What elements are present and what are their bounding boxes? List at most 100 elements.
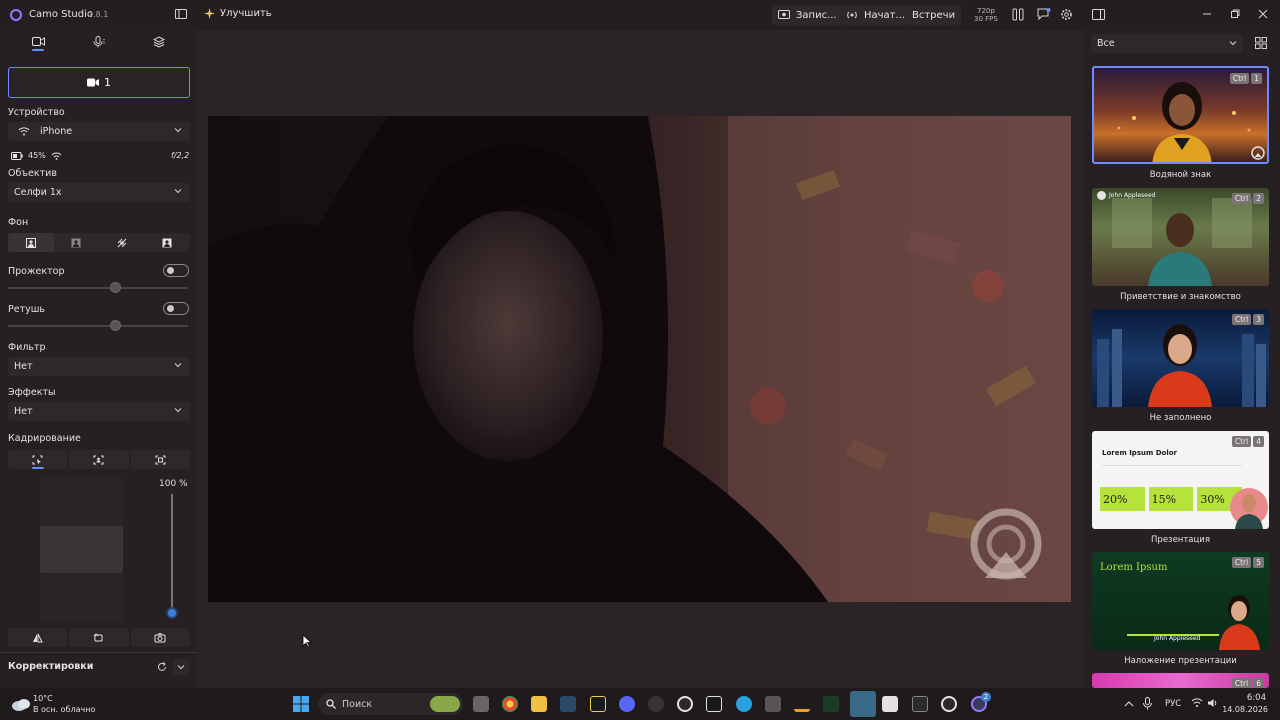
app-star-icon[interactable] — [590, 696, 606, 712]
chrome-icon[interactable] — [502, 696, 518, 712]
scene-label: Приветствие и знакомство — [1120, 292, 1241, 302]
framing-region[interactable] — [40, 526, 123, 573]
scene-card-empty[interactable]: Ctrl 3 — [1092, 309, 1269, 407]
maximize-icon[interactable] — [1230, 9, 1240, 19]
background-mode-bar — [8, 233, 190, 252]
language-indicator[interactable]: РУС — [1165, 699, 1181, 709]
slide-stat: 20% — [1100, 487, 1145, 511]
background-replace-button[interactable] — [145, 233, 191, 252]
panel-toggle-icon[interactable] — [1092, 9, 1105, 20]
windows-taskbar: 10°C В осн. облачно Поиск 2 РУС 6:04 14.… — [0, 688, 1280, 720]
windows-start-icon[interactable] — [293, 696, 309, 712]
camo-taskbar-icon[interactable] — [850, 691, 876, 717]
microphone-icon[interactable] — [1143, 697, 1152, 710]
minimize-icon[interactable] — [1202, 9, 1212, 19]
zoom-slider-knob[interactable] — [166, 607, 178, 619]
background-none-button[interactable] — [8, 233, 54, 252]
reset-icon[interactable] — [157, 662, 167, 672]
app-tool-icon[interactable] — [794, 696, 810, 712]
terminal-icon[interactable] — [912, 696, 928, 712]
task-view-icon[interactable] — [473, 696, 489, 712]
lens-label: Объектив — [8, 168, 57, 179]
camera-source-button[interactable]: 1 — [8, 67, 190, 98]
stream-label: Начат... — [864, 9, 906, 21]
lens-select[interactable]: Селфи 1x — [8, 183, 190, 202]
weather-cloud-icon[interactable] — [10, 696, 32, 712]
zoom-slider-track[interactable] — [171, 494, 173, 612]
record-label: Запис... — [796, 9, 837, 21]
layout-columns-icon[interactable] — [1012, 8, 1024, 21]
rotate-button[interactable] — [69, 628, 129, 647]
scene-card-6[interactable]: Ctrl 6 — [1092, 673, 1269, 688]
tab-layers-icon[interactable] — [153, 36, 165, 48]
spotlight-slider-knob[interactable] — [110, 282, 121, 293]
filter-select[interactable]: Нет — [8, 357, 190, 376]
effects-value: Нет — [14, 406, 33, 417]
slide-stat: 15% — [1148, 487, 1194, 511]
telegram-icon[interactable] — [736, 696, 752, 712]
scene-card-watermark[interactable]: Ctrl 1 — [1092, 66, 1269, 164]
mouse-cursor-icon — [302, 634, 312, 648]
taskbar-search[interactable]: Поиск — [318, 693, 463, 715]
tab-video-icon[interactable] — [32, 36, 45, 47]
framing-center-button[interactable] — [69, 450, 129, 469]
gear-icon[interactable] — [1060, 8, 1073, 21]
ccleaner-icon[interactable] — [677, 696, 693, 712]
meetings-button[interactable]: Встречи — [906, 5, 962, 25]
device-select[interactable]: iPhone — [8, 122, 190, 141]
file-explorer-icon[interactable] — [531, 696, 547, 712]
scene-filter-select[interactable]: Все — [1091, 34, 1243, 53]
shortcut-ctrl: Ctrl — [1231, 678, 1252, 688]
retouch-toggle[interactable] — [163, 302, 189, 315]
grid-view-icon[interactable] — [1255, 37, 1267, 49]
wifi-icon — [18, 127, 30, 136]
app-ring-icon[interactable] — [941, 696, 957, 712]
app-globe-icon[interactable] — [648, 696, 664, 712]
transform-bar — [8, 628, 190, 647]
close-icon[interactable] — [1258, 9, 1268, 19]
adjustments-expand-button[interactable] — [173, 659, 189, 675]
scene-card-presentation-overlay[interactable]: Lorem Ipsum John Appleseed Ctrl 5 — [1092, 552, 1269, 650]
app-wave-icon[interactable] — [823, 696, 839, 712]
title-bar: Camo Studio 2.8.1 Улучшить Запис... Нача… — [0, 0, 1280, 30]
record-button[interactable]: Запис... — [772, 5, 843, 25]
camo-logo-icon — [10, 9, 22, 21]
clock-time[interactable]: 6:04 — [1226, 693, 1266, 703]
slide-text-lines — [1102, 465, 1242, 479]
sidebar-toggle-icon[interactable] — [175, 8, 187, 20]
stream-button[interactable]: Начат... — [840, 5, 912, 25]
wifi-icon[interactable] — [1191, 698, 1203, 708]
retouch-slider-knob[interactable] — [110, 320, 121, 331]
scene-label: Водяной знак — [1149, 170, 1212, 180]
clock-date[interactable]: 14.08.2026 — [1218, 705, 1268, 714]
scene-card-presentation[interactable]: Lorem Ipsum Dolor 20% 15% 30% Ctrl 4 — [1092, 431, 1269, 529]
search-highlight-icon — [430, 696, 460, 712]
app-cube-icon[interactable] — [765, 696, 781, 712]
scene-card-greeting[interactable]: John Appleseed Ctrl 2 — [1092, 188, 1269, 286]
snapshot-button[interactable] — [130, 628, 190, 647]
steam-icon[interactable] — [560, 696, 576, 712]
avatar — [1097, 191, 1106, 200]
background-blur-button[interactable] — [54, 233, 100, 252]
record-screen-icon — [778, 10, 790, 19]
app-square-icon[interactable] — [882, 696, 898, 712]
app-v-icon[interactable] — [706, 696, 722, 712]
camera-preview[interactable] — [208, 116, 1071, 602]
framing-preview[interactable] — [40, 476, 123, 622]
discord-icon[interactable] — [619, 696, 635, 712]
retouch-slider-track[interactable] — [8, 325, 188, 327]
tab-audio-icon[interactable] — [93, 36, 105, 48]
background-effect-button[interactable] — [99, 233, 145, 252]
chevron-up-icon[interactable] — [1124, 699, 1134, 709]
framing-track-button[interactable] — [130, 450, 190, 469]
settings-panel: 1 Устройство iPhone 45% f/2,2 Объектив С… — [0, 30, 197, 688]
enhance-button[interactable]: Улучшить — [204, 8, 272, 19]
spotlight-slider-track[interactable] — [8, 287, 188, 289]
effects-select[interactable]: Нет — [8, 402, 190, 421]
retouch-label: Ретушь — [8, 304, 46, 315]
spotlight-label: Прожектор — [8, 266, 65, 277]
flip-horizontal-button[interactable] — [8, 628, 68, 647]
spotlight-toggle[interactable] — [163, 264, 189, 277]
chat-icon[interactable] — [1037, 8, 1051, 21]
person-replace-icon — [162, 238, 172, 247]
